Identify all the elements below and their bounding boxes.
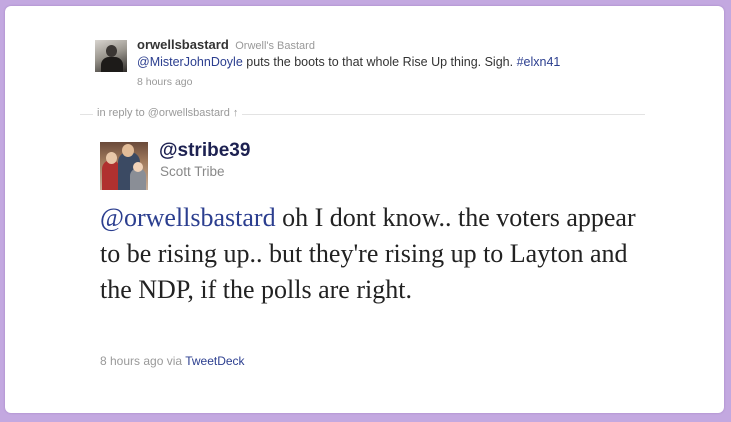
- parent-tweet-text: @MisterJohnDoyle puts the boots to that …: [137, 55, 560, 69]
- main-mention-link[interactable]: @orwellsbastard: [100, 203, 276, 232]
- main-display-name: Scott Tribe: [160, 164, 225, 179]
- in-reply-to-prefix: in reply to: [97, 107, 148, 119]
- in-reply-to-link[interactable]: @orwellsbastard: [148, 107, 230, 119]
- avatar-body-shape: [101, 57, 123, 72]
- in-reply-to-label: in reply to @orwellsbastard ↑: [93, 107, 243, 119]
- main-timestamp[interactable]: 8 hours ago: [100, 354, 163, 368]
- parent-avatar[interactable]: [95, 40, 127, 72]
- parent-username[interactable]: orwellsbastard: [137, 37, 229, 52]
- parent-mention-link[interactable]: @MisterJohnDoyle: [137, 55, 243, 69]
- source-link[interactable]: TweetDeck: [185, 354, 244, 368]
- avatar-head-shape: [106, 45, 117, 57]
- main-handle[interactable]: @stribe39: [159, 140, 250, 162]
- parent-hashtag-link[interactable]: #elxn41: [517, 55, 561, 69]
- via-label: via: [163, 354, 186, 368]
- main-tweet-meta: 8 hours ago via TweetDeck: [100, 354, 245, 368]
- parent-timestamp[interactable]: 8 hours ago: [137, 76, 192, 88]
- up-arrow-icon[interactable]: ↑: [233, 107, 239, 119]
- parent-text-body: puts the boots to that whole Rise Up thi…: [242, 55, 517, 69]
- avatar-face-right: [133, 162, 143, 172]
- main-tweet-text: @orwellsbastard oh I dont know.. the vot…: [100, 200, 660, 308]
- parent-header: orwellsbastard Orwell's Bastard: [137, 36, 315, 54]
- avatar-face-left: [106, 152, 117, 164]
- avatar-face-center: [122, 144, 134, 157]
- main-avatar[interactable]: [100, 142, 148, 190]
- parent-display-name: Orwell's Bastard: [235, 40, 315, 52]
